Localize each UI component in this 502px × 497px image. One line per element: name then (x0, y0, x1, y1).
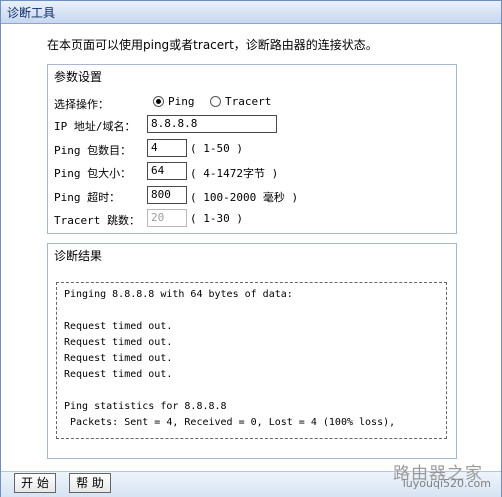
window-title: 诊断工具 (7, 6, 56, 20)
results-output: Pinging 8.8.8.8 with 64 bytes of data: R… (56, 282, 447, 439)
diagnostic-tool-window: 诊断工具 在本页面可以使用ping或者tracert，诊断路由器的连接状态。 参… (0, 0, 502, 497)
results-legend: 诊断结果 (54, 249, 103, 263)
ip-label: IP 地址/域名： (54, 120, 136, 133)
settings-fieldset: 参数设置 选择操作： Ping Tracert IP 地址/域名： 8.8.8.… (47, 64, 457, 234)
operation-label: 选择操作： (54, 98, 109, 111)
ping-count-hint: ( 1-50 ) (190, 142, 243, 155)
result-line: Request timed out. (64, 369, 173, 380)
ping-timeout-hint: ( 100-2000 毫秒 ) (190, 191, 299, 204)
result-line: Request timed out. (64, 337, 173, 348)
tracert-radio-option[interactable]: Tracert (210, 95, 271, 108)
tracert-radio-label: Tracert (225, 95, 272, 108)
settings-legend: 参数设置 (54, 70, 103, 84)
ping-timeout-input[interactable]: 800 (147, 186, 187, 204)
window-titlebar: 诊断工具 (1, 1, 501, 24)
result-line: Pinging 8.8.8.8 with 64 bytes of data: (64, 289, 293, 300)
ip-address-input[interactable]: 8.8.8.8 (147, 115, 277, 133)
help-button[interactable]: 帮 助 (69, 473, 111, 493)
ping-radio[interactable] (153, 96, 164, 107)
watermark-url: luyouqi520.com (402, 477, 491, 490)
ping-timeout-label: Ping 超时： (54, 191, 121, 204)
ping-radio-label: Ping (168, 95, 195, 108)
tracert-hops-hint: ( 1-30 ) (190, 212, 243, 225)
result-line: Request timed out. (64, 321, 173, 332)
tracert-hops-input[interactable]: 20 (147, 209, 187, 227)
result-line: Request timed out. (64, 353, 173, 364)
intro-text: 在本页面可以使用ping或者tracert，诊断路由器的连接状态。 (47, 38, 378, 52)
start-button[interactable]: 开 始 (14, 473, 56, 493)
ping-radio-option[interactable]: Ping (153, 95, 195, 108)
ping-count-label: Ping 包数目： (54, 144, 132, 157)
ping-size-hint: ( 4-1472字节 ) (190, 167, 279, 180)
ping-count-input[interactable]: 4 (147, 139, 187, 157)
ping-size-input[interactable]: 64 (147, 162, 187, 180)
tracert-radio[interactable] (210, 96, 221, 107)
result-line: Ping statistics for 8.8.8.8 (64, 401, 227, 412)
ping-size-label: Ping 包大小： (54, 167, 132, 180)
result-line: Packets: Sent = 4, Received = 0, Lost = … (64, 417, 396, 428)
tracert-hops-label: Tracert 跳数： (54, 214, 140, 227)
